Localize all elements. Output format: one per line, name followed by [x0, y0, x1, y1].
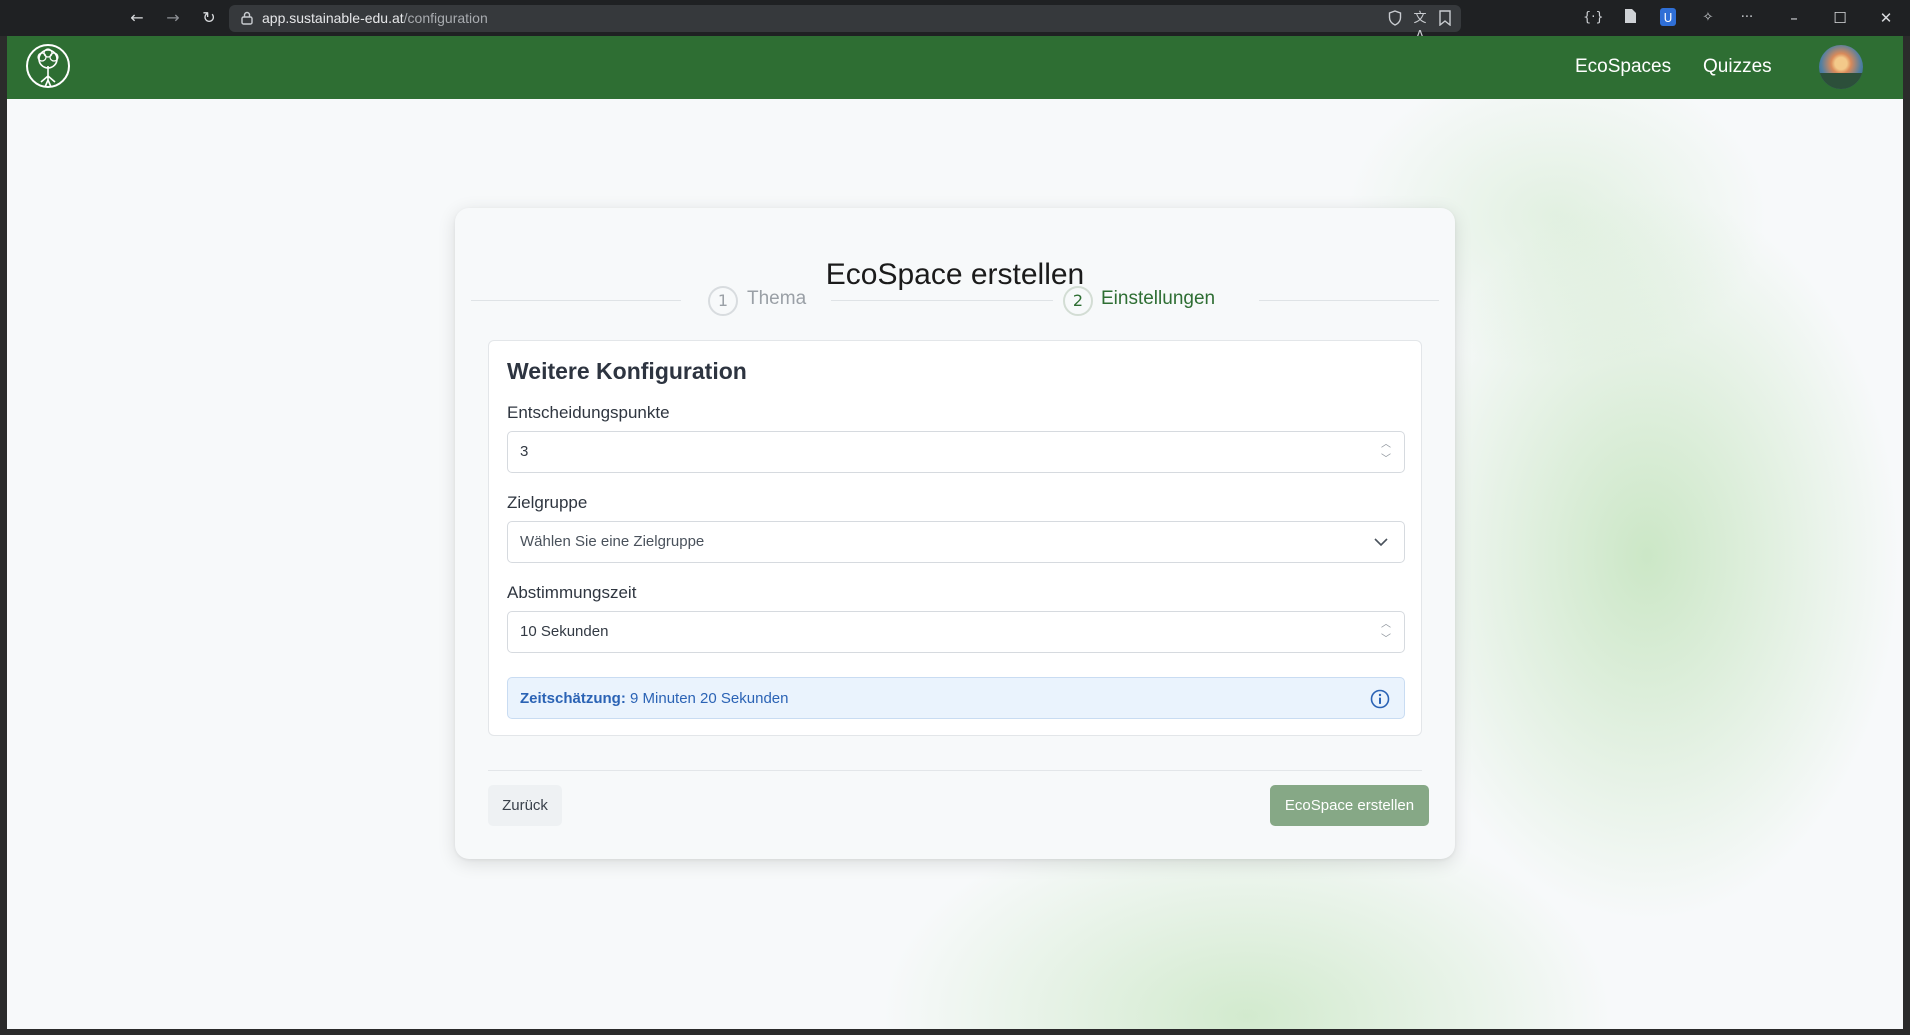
create-ecospace-card: EcoSpace erstellen 1 Thema 2 Einstellung… [455, 208, 1455, 859]
voting-time-stepper[interactable]: ︿ ﹀ [1379, 617, 1393, 647]
page-viewport: EcoSpaces Quizzes EcoSpace erstellen 1 T… [7, 36, 1903, 1029]
back-icon[interactable]: ← [126, 7, 148, 29]
translate-icon[interactable]: 文A [1411, 10, 1429, 44]
stepper-line [831, 300, 1053, 301]
bookmark-icon[interactable] [1436, 10, 1454, 28]
address-bar[interactable]: app.sustainable-edu.at/configuration 文A [229, 5, 1461, 44]
divider [488, 770, 1422, 771]
svg-text:U: U [1664, 11, 1673, 25]
time-estimate-text: Zeitschätzung: 9 Minuten 20 Sekunden [520, 690, 788, 707]
time-estimate-alert: Zeitschätzung: 9 Minuten 20 Sekunden [507, 677, 1405, 719]
chevron-up-icon[interactable]: ︿ [1379, 617, 1393, 632]
shield-icon[interactable] [1386, 10, 1404, 28]
target-group-select[interactable]: Wählen Sie eine Zielgruppe [507, 521, 1405, 563]
info-icon[interactable] [1370, 689, 1390, 709]
reload-icon[interactable]: ↻ [198, 7, 220, 29]
step-1-label[interactable]: Thema [747, 288, 806, 310]
minimize-icon[interactable]: – [1784, 8, 1804, 28]
reader-icon[interactable] [1620, 8, 1640, 28]
decision-points-stepper[interactable]: ︿ ﹀ [1379, 437, 1393, 467]
avatar[interactable] [1819, 45, 1863, 89]
browser-chrome: ← → ↻ app.sustainable-edu.at/configurati… [0, 0, 1910, 44]
back-button[interactable]: Zurück [488, 785, 562, 826]
chevron-down-icon[interactable] [1372, 533, 1390, 551]
configuration-panel: Weitere Konfiguration Entscheidungspunkt… [488, 340, 1422, 736]
url-text: app.sustainable-edu.at/configuration [262, 10, 488, 26]
time-estimate-label: Zeitschätzung: [520, 690, 626, 707]
section-title: Weitere Konfiguration [507, 358, 747, 384]
maximize-icon[interactable]: ☐ [1830, 8, 1850, 28]
tree-logo-icon[interactable] [24, 42, 72, 92]
stepper-line [471, 300, 681, 301]
step-1-number[interactable]: 1 [708, 286, 738, 316]
decision-points-label: Entscheidungspunkte [507, 403, 670, 422]
chevron-down-icon[interactable]: ﹀ [1379, 632, 1393, 647]
page-title: EcoSpace erstellen [825, 258, 1085, 291]
app-header: EcoSpaces Quizzes [7, 36, 1903, 99]
step-2-number[interactable]: 2 [1063, 286, 1093, 316]
create-ecospace-button[interactable]: EcoSpace erstellen [1270, 785, 1429, 826]
forward-icon[interactable]: → [162, 7, 184, 29]
chevron-up-icon[interactable]: ︿ [1379, 437, 1393, 452]
stepper-line [1259, 300, 1439, 301]
nav-quizzes[interactable]: Quizzes [1703, 56, 1772, 78]
decision-points-value: 3 [520, 443, 529, 460]
extension-icon[interactable]: U [1658, 8, 1678, 28]
puzzle-icon[interactable]: ✧ [1698, 8, 1718, 28]
voting-time-input[interactable]: 10 Sekunden ︿ ﹀ [507, 611, 1405, 653]
devtools-icon[interactable]: {·} [1583, 8, 1604, 28]
more-icon[interactable]: ··· [1737, 8, 1757, 28]
nav-ecospaces[interactable]: EcoSpaces [1575, 56, 1671, 78]
time-estimate-value: 9 Minuten 20 Sekunden [630, 690, 789, 707]
voting-time-label: Abstimmungszeit [507, 583, 637, 602]
decision-points-input[interactable]: 3 ︿ ﹀ [507, 431, 1405, 473]
step-2-label[interactable]: Einstellungen [1101, 288, 1215, 310]
lock-icon [241, 11, 253, 25]
close-icon[interactable]: ✕ [1876, 8, 1896, 28]
chevron-down-icon[interactable]: ﹀ [1379, 452, 1393, 467]
voting-time-value: 10 Sekunden [520, 623, 609, 640]
target-group-label: Zielgruppe [507, 493, 588, 512]
target-group-placeholder: Wählen Sie eine Zielgruppe [520, 533, 705, 550]
